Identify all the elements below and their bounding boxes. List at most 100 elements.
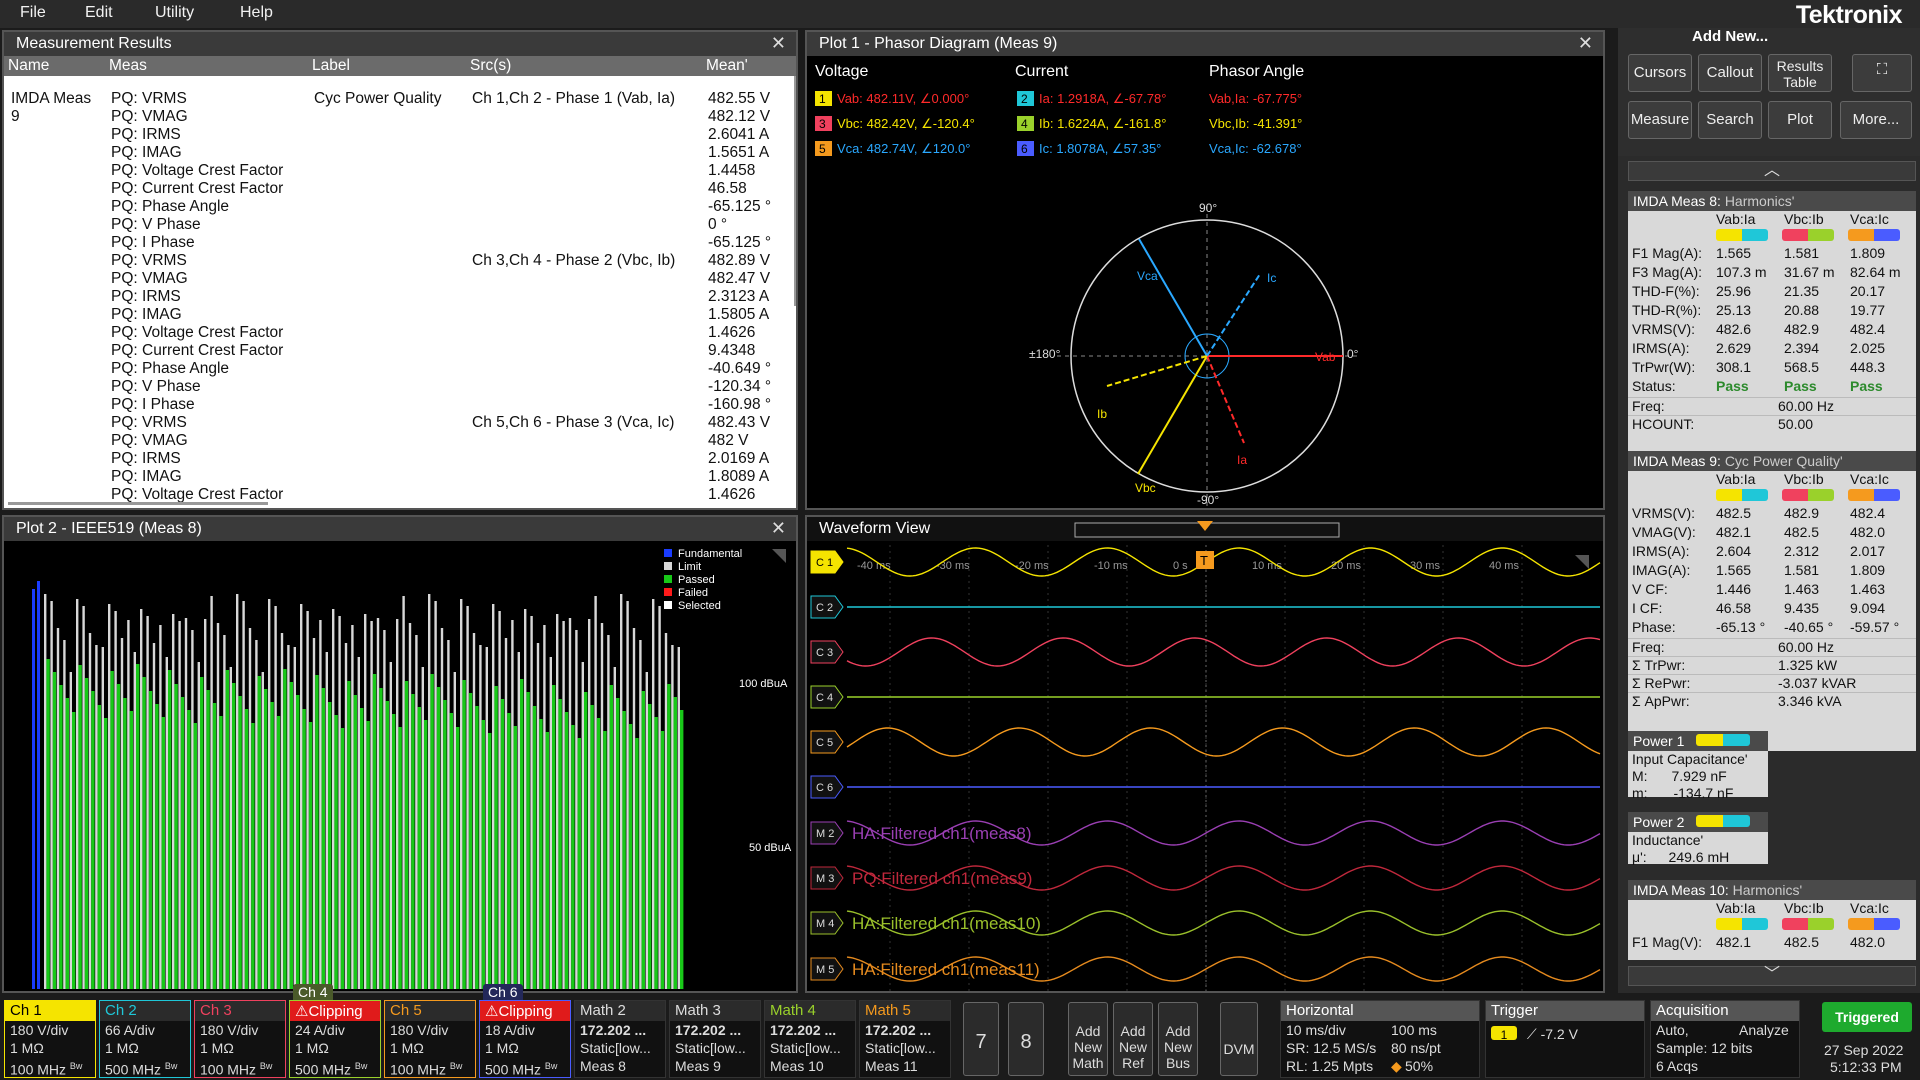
record-time: 100 ms (1391, 1022, 1437, 1038)
zoom-icon[interactable] (772, 549, 786, 563)
horizontal-settings[interactable]: Horizontal 10 ms/div 100 ms SR: 12.5 MS/s… (1280, 1000, 1480, 1078)
menu-file[interactable]: File (20, 4, 46, 22)
limit-bar (133, 652, 136, 989)
channel-badge[interactable]: ⚠Clipping 24 A/div 1 MΩ 500 MHz Bw (289, 1000, 381, 1078)
col-label[interactable]: Label (312, 57, 350, 75)
menu-bar: File Edit Utility Help Tektronix (0, 0, 1920, 29)
card-subtitle: Input Capacitance' (1632, 751, 1748, 767)
imda-meas-9-card[interactable]: IMDA Meas 9: Cyc Power Quality' Vab:Ia Vb… (1628, 451, 1916, 751)
col-name[interactable]: Name (8, 57, 49, 75)
scroll-up-icon[interactable]: ︿ (1628, 161, 1916, 181)
horizontal-position: 50% (1405, 1058, 1434, 1074)
card-row: VMAG(V): 482.1 482.5 482.0 (1628, 524, 1916, 543)
limit-bar (549, 657, 552, 989)
passed-bar (334, 715, 338, 989)
passed-bar (475, 706, 479, 989)
measure-button[interactable]: Measure (1628, 101, 1692, 139)
channel-badge[interactable]: Ch 5 180 V/div 1 MΩ 100 MHz Bw (384, 1000, 476, 1078)
menu-edit[interactable]: Edit (85, 4, 113, 22)
math-label: PQ:Filtered ch1(meas9) (852, 869, 1032, 888)
row-value: 2.394 (1784, 340, 1820, 356)
trigger-settings[interactable]: Trigger 1 ⟋ -7.2 V (1485, 1000, 1645, 1078)
card-row: IRMS(A): 2.604 2.312 2.017 (1628, 543, 1916, 562)
passed-bar (558, 699, 562, 989)
add-new-math-button[interactable]: Add New Math (1068, 1002, 1108, 1076)
channel-badge[interactable]: Ch 3 180 V/div 1 MΩ 100 MHz Bw (194, 1000, 286, 1078)
menu-utility[interactable]: Utility (155, 4, 194, 22)
time-div: 10 ms/div (1286, 1022, 1346, 1038)
limit-bar (504, 638, 508, 989)
passed-bar (596, 718, 601, 989)
time-label: -40 ms (857, 560, 891, 572)
dvm-button[interactable]: DVM (1220, 1002, 1258, 1076)
math-badge[interactable]: Math 4 172.202 ... Static[low... Meas 10 (764, 1000, 856, 1078)
limit-bar (191, 630, 194, 989)
passed-bar (379, 688, 383, 989)
limit-bar (376, 618, 380, 989)
close-icon[interactable]: ✕ (771, 518, 786, 539)
col-src[interactable]: Src(s) (470, 57, 511, 75)
vbc-vector (1137, 355, 1208, 475)
v-scrollbar[interactable] (794, 76, 796, 306)
math-badge-title: Math 2 (575, 1001, 665, 1021)
plot-button[interactable]: Plot (1768, 101, 1832, 139)
row-label: Freq: (1632, 639, 1665, 655)
channel-7-button[interactable]: 7 (963, 1002, 999, 1076)
math-badge[interactable]: Math 3 172.202 ... Static[low... Meas 9 (669, 1000, 761, 1078)
math-badge[interactable]: Math 5 172.202 ... Static[low... Meas 11 (859, 1000, 951, 1078)
menu-help[interactable]: Help (240, 4, 273, 22)
imda-meas-8-card[interactable]: IMDA Meas 8: Harmonics' Vab:Ia Vbc:Ib Vca:… (1628, 191, 1916, 473)
row-value: 50.00 (1778, 416, 1814, 432)
passed-bar (206, 690, 210, 989)
results-table-button[interactable]: Results Table (1768, 54, 1832, 92)
channel-badge[interactable]: Ch 2 66 A/div 1 MΩ 500 MHz Bw (99, 1000, 191, 1078)
math-badge[interactable]: Math 2 172.202 ... Static[low... Meas 8 (574, 1000, 666, 1078)
channel-8-button[interactable]: 8 (1008, 1002, 1044, 1076)
row-label: Status: (1632, 378, 1676, 394)
power-2-card[interactable]: Power 2 Inductance' μ': 249.6 mH (1628, 812, 1768, 865)
acq-sample: Sample: 12 bits (1656, 1040, 1753, 1056)
callout-button[interactable]: Callout (1698, 54, 1762, 92)
row-value: 25.13 (1716, 302, 1752, 318)
limit-bar (677, 647, 680, 989)
col-mean[interactable]: Mean' (706, 57, 748, 75)
limit-bar (95, 645, 98, 989)
close-icon[interactable]: ✕ (771, 33, 786, 54)
channel-scale: 66 A/div (105, 1022, 155, 1038)
limit-bar (396, 619, 399, 989)
power-1-card[interactable]: Power 1 Input Capacitance' M: 7.929 nF m… (1628, 731, 1768, 801)
source-badges (1628, 489, 1916, 505)
col-meas[interactable]: Meas (109, 57, 147, 75)
limit-bar (408, 623, 412, 989)
channel-bandwidth: 500 MHz Bw (485, 1061, 558, 1078)
row-label: IRMS(A): (1632, 543, 1690, 559)
waveform-view-panel: Waveform View -40 ms -30 ms -20 ms -10 ms 0 … (805, 515, 1605, 993)
trigger-position-icon[interactable] (1197, 521, 1213, 531)
imda-meas-10-card[interactable]: IMDA Meas 10: Harmonics' Vab:Ia Vbc:Ib Vca… (1628, 880, 1916, 960)
limit-bar (421, 667, 424, 989)
channel-badge[interactable]: Ch 1 180 V/div 1 MΩ 100 MHz Bw (4, 1000, 96, 1078)
limit-bar (402, 596, 405, 989)
add-new-ref-button[interactable]: Add New Ref (1113, 1002, 1153, 1076)
acquisition-settings[interactable]: Acquisition Auto, Analyze Sample: 12 bits… (1650, 1000, 1800, 1078)
voltage-header: Voltage (815, 63, 868, 80)
channel-badge[interactable]: ⚠Clipping 18 A/div 1 MΩ 500 MHz Bw (479, 1000, 571, 1078)
table-header: Name Meas Label Src(s) Mean' (4, 56, 796, 76)
zoom-icon[interactable] (1575, 555, 1589, 569)
passed-bar (72, 712, 76, 989)
axis-180: ±180° (1029, 347, 1061, 361)
scroll-down-icon[interactable]: ﹀ (1628, 966, 1916, 986)
drawing-icon-button[interactable]: ⛶ (1852, 54, 1912, 92)
limit-bar (69, 672, 72, 989)
triggered-status[interactable]: Triggered (1822, 1002, 1912, 1032)
axis-0: 0° (1347, 347, 1359, 361)
close-icon[interactable]: ✕ (1578, 33, 1593, 54)
passed-bar (443, 700, 447, 989)
more-button[interactable]: More... (1840, 101, 1912, 139)
cursors-button[interactable]: Cursors (1628, 54, 1692, 92)
h-scrollbar[interactable] (8, 502, 268, 505)
add-new-bus-button[interactable]: Add New Bus (1158, 1002, 1198, 1076)
row-label: VRMS(V): (1632, 505, 1695, 521)
search-button[interactable]: Search (1698, 101, 1762, 139)
passed-bar (148, 691, 153, 989)
